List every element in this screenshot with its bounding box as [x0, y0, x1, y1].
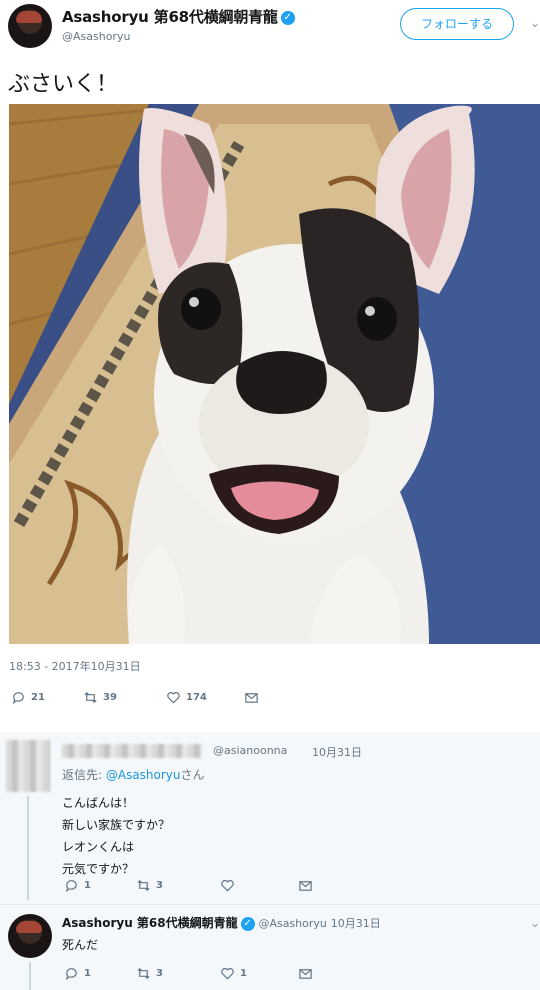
reply2-reply-count: 1 — [84, 968, 91, 979]
dm-icon — [299, 881, 312, 891]
reply2-retweet-action[interactable]: 3 — [136, 966, 163, 981]
reply2-like-count: 1 — [240, 968, 247, 979]
chevron-down-icon[interactable]: ⌄ — [530, 916, 540, 930]
dog-photo-illustration — [9, 104, 540, 644]
thread-line — [29, 962, 31, 990]
reply2-reply-action[interactable]: 1 — [64, 966, 91, 981]
reply1-avatar[interactable] — [6, 740, 50, 792]
retweet-icon — [84, 691, 97, 704]
like-action[interactable]: 174 — [166, 690, 207, 705]
reply1-reply-action[interactable]: 1 — [64, 878, 91, 893]
dm-action[interactable] — [244, 690, 259, 705]
reply1-line: 元気ですか？ — [62, 862, 135, 876]
reply-to-handle[interactable]: @Asashoryu — [106, 768, 181, 782]
dm-icon — [245, 693, 258, 703]
reply1-handle[interactable]: @asianoonna — [213, 744, 287, 757]
retweet-icon — [137, 879, 150, 892]
retweet-action[interactable]: 39 — [83, 690, 117, 705]
follow-button[interactable]: フォローする — [400, 8, 514, 40]
reply2-author-name[interactable]: Asashoryu 第68代横綱朝青龍 — [62, 916, 238, 930]
chevron-down-icon[interactable]: ⌄ — [530, 16, 540, 30]
verified-badge-icon: ✓ — [280, 10, 295, 25]
reply1-text: こんばんは！ 新しい家族ですか？ レオンくんは 元気ですか？ — [62, 792, 170, 880]
reply1-like-action[interactable] — [220, 878, 235, 893]
reply-count: 21 — [31, 692, 45, 703]
like-icon — [221, 879, 234, 892]
reply2-handle[interactable]: @Asashoryu — [258, 917, 326, 930]
reply1-line: レオンくんは — [62, 840, 135, 854]
reply2-header: Asashoryu 第68代横綱朝青龍 ✓ @Asashoryu 10月31日 — [62, 914, 381, 931]
reply2-avatar[interactable] — [8, 914, 52, 958]
reply2-text: 死んだ — [62, 938, 99, 952]
tweet-text: ぶさいく！ — [8, 72, 119, 97]
author-name[interactable]: Asashoryu 第68代横綱朝青龍 — [62, 8, 278, 26]
like-icon — [221, 967, 234, 980]
reply2-retweet-count: 3 — [156, 968, 163, 979]
author-name-row[interactable]: Asashoryu 第68代横綱朝青龍 ✓ — [62, 6, 295, 27]
reply-action[interactable]: 21 — [11, 690, 45, 705]
reply1-date[interactable]: 10月31日 — [312, 744, 362, 760]
tweet-timestamp[interactable]: 18:53 - 2017年10月31日 — [9, 658, 141, 674]
reply2-dm-action[interactable] — [298, 966, 313, 981]
reply1-retweet-count: 3 — [156, 880, 163, 891]
reply1-replying-to: 返信先: @Asashoryuさん — [62, 766, 205, 783]
reply-to-suffix: さん — [180, 768, 205, 782]
reply1-line: こんばんは！ — [62, 796, 135, 810]
reply2-date[interactable]: 10月31日 — [331, 917, 381, 930]
reply1-reply-count: 1 — [84, 880, 91, 891]
reply1-author-name[interactable] — [62, 744, 202, 758]
dm-icon — [299, 969, 312, 979]
retweet-count: 39 — [103, 692, 117, 703]
thread-line — [27, 796, 29, 900]
reply-to-prefix: 返信先: — [62, 768, 106, 782]
verified-badge-icon: ✓ — [240, 916, 255, 931]
author-avatar[interactable] — [8, 4, 52, 48]
reply1-retweet-action[interactable]: 3 — [136, 878, 163, 893]
reply-divider — [0, 904, 540, 905]
reply1-line: 新しい家族ですか？ — [62, 818, 171, 832]
reply1-dm-action[interactable] — [298, 878, 313, 893]
like-count: 174 — [186, 692, 207, 703]
reply-icon — [65, 880, 77, 893]
reply-icon — [12, 692, 24, 705]
retweet-icon — [137, 967, 150, 980]
tweet-photo[interactable] — [9, 104, 540, 644]
reply-icon — [65, 968, 77, 981]
author-handle[interactable]: @Asashoryu — [62, 30, 130, 43]
reply2-like-action[interactable]: 1 — [220, 966, 247, 981]
like-icon — [167, 691, 180, 704]
